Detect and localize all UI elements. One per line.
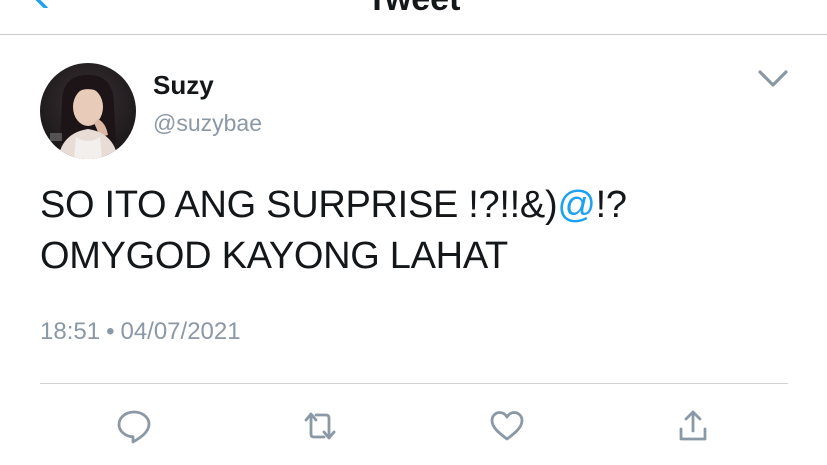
page-title: Tweet — [0, 0, 827, 19]
tweet-text-segment: !? — [595, 184, 627, 226]
navigation-bar: Tweet — [0, 0, 827, 35]
author-handle[interactable]: @suzybae — [153, 110, 262, 137]
reply-button[interactable] — [116, 408, 152, 444]
tweet-line-1: SO ITO ANG SURPRISE !?!!&)@!? — [40, 180, 627, 231]
retweet-button[interactable] — [302, 408, 338, 444]
retweet-icon — [304, 412, 336, 440]
tweet-text-segment: SO ITO ANG SURPRISE !?!!&) — [40, 184, 558, 226]
chevron-down-icon[interactable] — [757, 68, 789, 90]
reply-icon — [117, 410, 151, 444]
tweet-line-2: OMYGOD KAYONG LAHAT — [40, 235, 508, 277]
tweet-text: SO ITO ANG SURPRISE !?!!&)@!? OMYGOD KAY… — [40, 180, 627, 282]
avatar[interactable] — [40, 63, 136, 159]
profile-photo — [40, 63, 136, 159]
tweet-date: 04/07/2021 — [120, 318, 241, 345]
mention-link[interactable]: @ — [557, 184, 596, 226]
divider — [40, 383, 788, 384]
tweet-time: 18:51 — [40, 318, 101, 345]
tweet-timestamp: 18:51 • 04/07/2021 — [40, 318, 241, 346]
separator-dot: • — [106, 318, 115, 345]
share-button[interactable] — [675, 408, 711, 444]
like-icon — [490, 411, 524, 441]
like-button[interactable] — [489, 408, 525, 444]
share-icon — [679, 410, 707, 441]
author-name[interactable]: Suzy — [153, 70, 214, 101]
